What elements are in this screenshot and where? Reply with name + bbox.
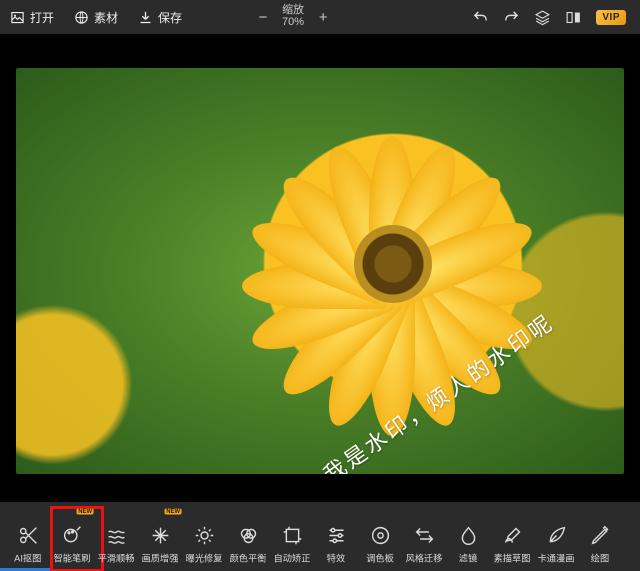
tool-exposure[interactable]: 曝光修复 (182, 509, 226, 565)
tool-label: 平滑顺畅 (98, 551, 135, 565)
tool-label: 画质增强 (142, 551, 179, 565)
new-badge: NEW (76, 509, 93, 515)
image-canvas[interactable]: 我是水印，烦人的水印呢 (16, 68, 624, 474)
vip-badge[interactable]: VIP (596, 10, 626, 25)
sliders-icon (326, 525, 347, 546)
scissors-icon (18, 525, 39, 546)
bottom-toolbar: AI抠图 NEW 智能笔刷 平滑顺畅 NEW 画质增强 曝光修复 颜色平衡 自动… (0, 502, 640, 571)
tool-cartoon[interactable]: 卡通漫画 (534, 509, 578, 565)
top-toolbar: 打开 素材 保存 − 缩放 70% + VIP (0, 0, 640, 35)
tool-ai-cutout[interactable]: AI抠图 (6, 509, 50, 565)
save-button[interactable]: 保存 (128, 0, 192, 34)
assets-label: 素材 (94, 9, 118, 26)
tool-color-balance[interactable]: 颜色平衡 (226, 509, 270, 565)
tool-effects[interactable]: 特效 (314, 509, 358, 565)
tool-label: 颜色平衡 (230, 551, 267, 565)
tool-label: 素描草图 (494, 551, 531, 565)
layers-icon[interactable] (534, 9, 551, 26)
tool-enhance[interactable]: NEW 画质增强 (138, 509, 182, 565)
zoom-out-button[interactable]: − (252, 9, 274, 26)
zoom-value: 70% (282, 17, 304, 29)
rgb-icon (238, 525, 259, 546)
zoom-in-button[interactable]: + (312, 9, 334, 26)
waves-icon (106, 525, 127, 546)
tool-smooth[interactable]: 平滑顺畅 (94, 509, 138, 565)
globe-icon (74, 10, 89, 25)
zoom-control: − 缩放 70% + (252, 5, 334, 28)
tool-label: 卡通漫画 (538, 551, 575, 565)
tool-label: 特效 (327, 551, 345, 565)
tool-label: 滤镜 (459, 551, 477, 565)
download-icon (138, 10, 153, 25)
tool-style-transfer[interactable]: 风格迁移 (402, 509, 446, 565)
swatch-icon (370, 525, 391, 546)
undo-icon[interactable] (472, 9, 489, 26)
canvas-area: 我是水印，烦人的水印呢 (0, 35, 640, 502)
image-icon (10, 10, 25, 25)
tool-filter[interactable]: 滤镜 (446, 509, 490, 565)
crop-rotate-icon (282, 525, 303, 546)
sun-icon (194, 525, 215, 546)
flower-center (354, 225, 432, 303)
open-button[interactable]: 打开 (0, 0, 64, 34)
topbar-right: VIP (472, 9, 640, 26)
tool-label: 自动矫正 (274, 551, 311, 565)
assets-button[interactable]: 素材 (64, 0, 128, 34)
compare-icon[interactable] (565, 9, 582, 26)
tool-label: 风格迁移 (406, 551, 443, 565)
swap-icon (414, 525, 435, 546)
leaf-icon (546, 525, 567, 546)
tool-palette[interactable]: 调色板 (358, 509, 402, 565)
open-label: 打开 (30, 9, 54, 26)
tool-sketch[interactable]: 素描草图 (490, 509, 534, 565)
tool-label: 调色板 (366, 551, 394, 565)
new-badge: NEW (164, 509, 181, 515)
tool-label: AI抠图 (14, 551, 41, 565)
tool-label: 曝光修复 (186, 551, 223, 565)
redo-icon[interactable] (503, 9, 520, 26)
tool-draw[interactable]: 绘图 (578, 509, 622, 565)
tool-label: 绘图 (591, 551, 609, 565)
pencil-icon (590, 525, 611, 546)
tool-label: 智能笔刷 (54, 551, 91, 565)
palette-brush-icon (62, 525, 83, 546)
drop-icon (458, 525, 479, 546)
zoom-readout: 缩放 70% (276, 5, 310, 28)
save-label: 保存 (158, 9, 182, 26)
pencil-draw-icon (502, 525, 523, 546)
sparkle-icon (150, 525, 171, 546)
tool-smart-brush[interactable]: NEW 智能笔刷 (50, 509, 94, 565)
tool-auto-correct[interactable]: 自动矫正 (270, 509, 314, 565)
